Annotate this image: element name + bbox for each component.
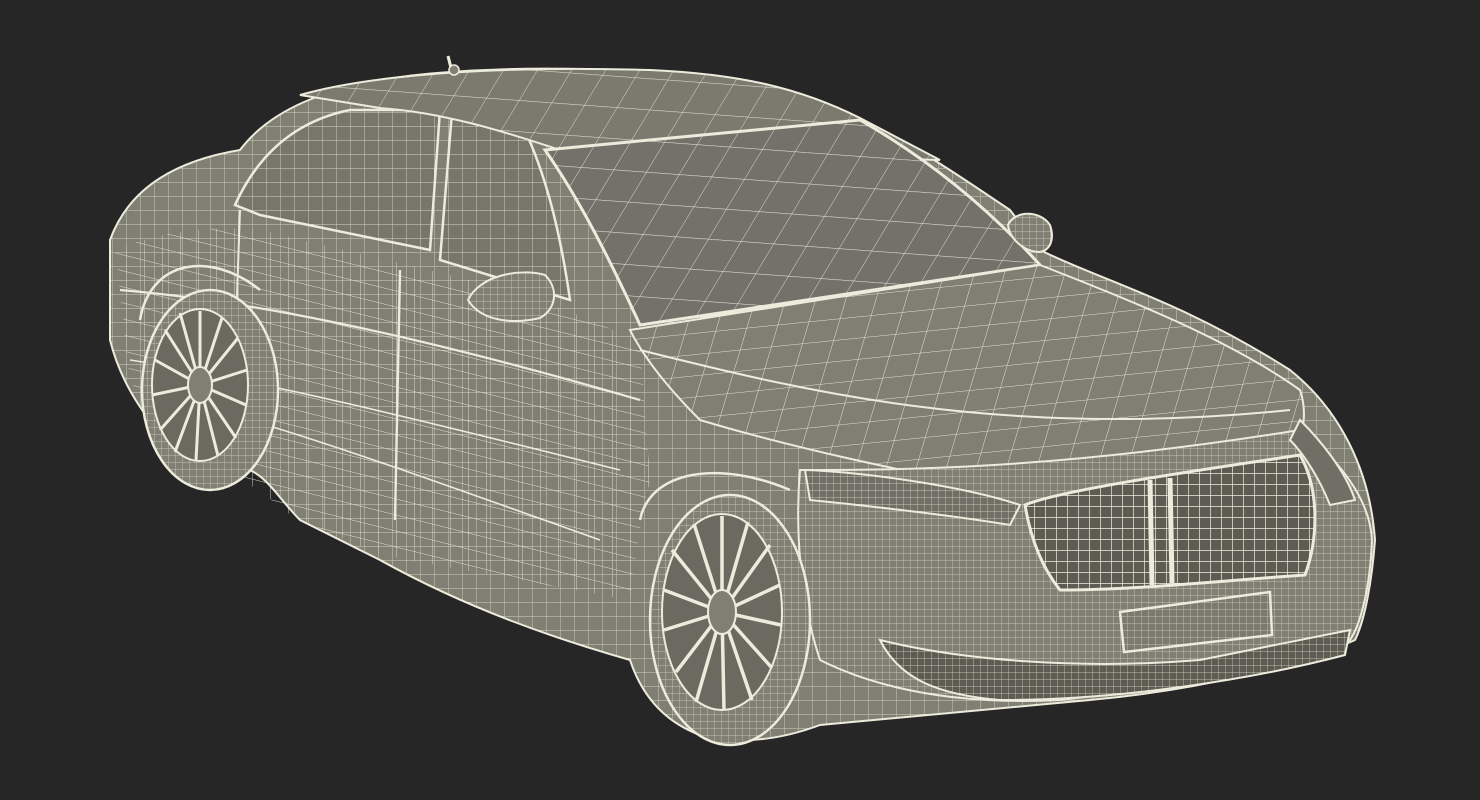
front-wheel <box>648 493 812 747</box>
render-viewport <box>0 0 1480 800</box>
car-wireframe-render <box>109 55 1377 747</box>
rear-wheel <box>140 288 280 492</box>
